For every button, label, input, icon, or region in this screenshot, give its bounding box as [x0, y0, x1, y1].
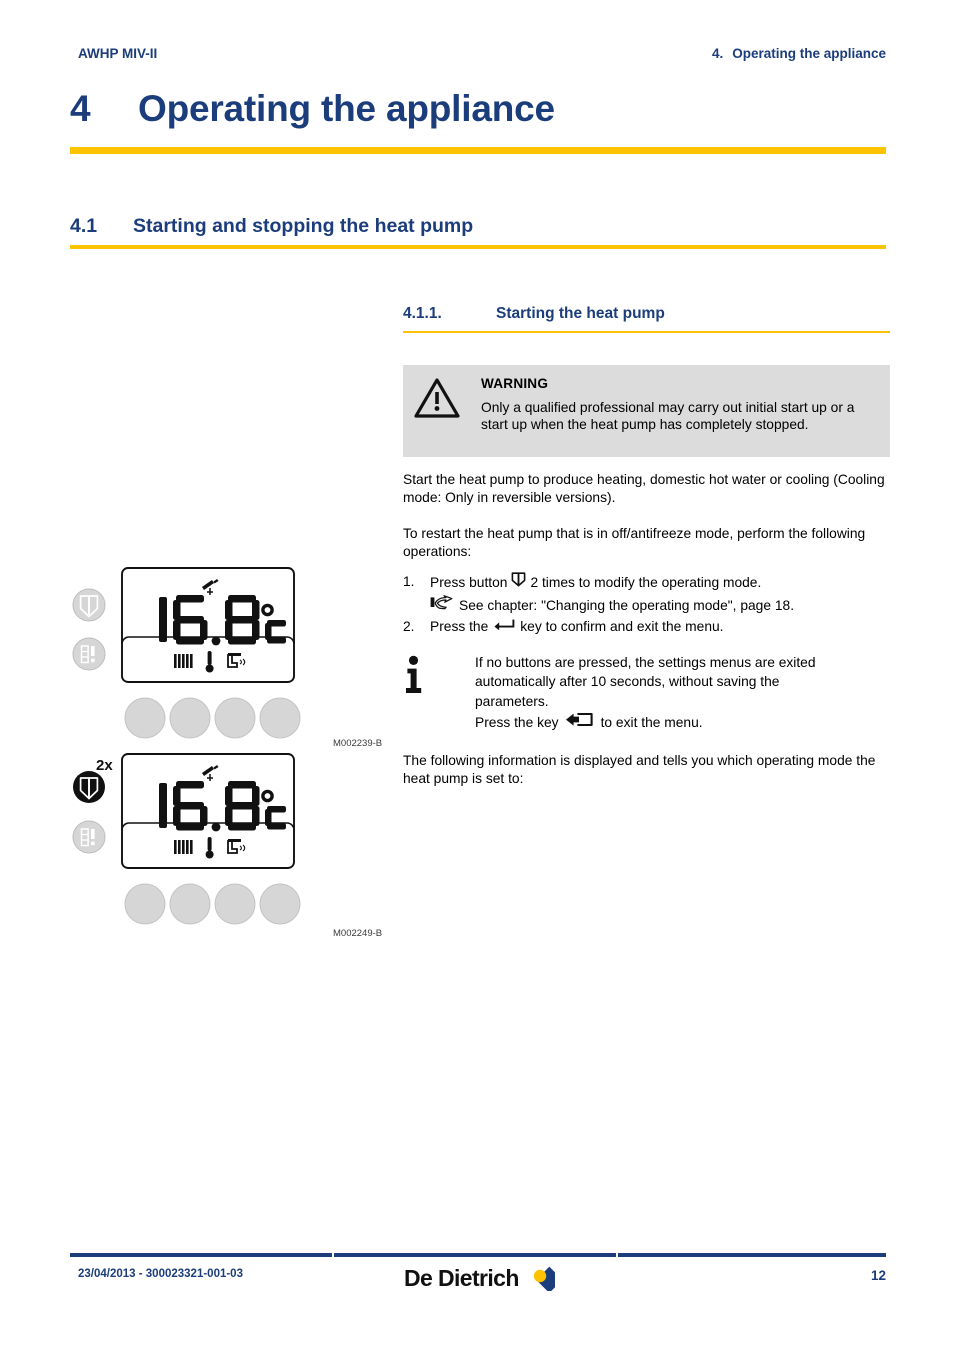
repeat-label: 2x — [96, 757, 113, 774]
chapter-number: 4 — [70, 88, 91, 129]
lcd-screen — [121, 753, 295, 869]
section-title: Starting and stopping the heat pump — [133, 215, 474, 237]
footer-document-id: 23/04/2013 - 300023321-001-03 — [78, 1268, 243, 1280]
page-number: 12 — [870, 1268, 886, 1283]
step-2: 2. Press the key to confirm and exit the… — [403, 616, 890, 637]
control-panel-illustration-2: 2x — [70, 752, 390, 937]
warning-box: WARNING Only a qualified professional ma… — [403, 365, 890, 457]
exit-key-icon — [565, 711, 595, 733]
illustration-2-reference: M002249-B — [333, 928, 383, 939]
restart-paragraph: To restart the heat pump that is in off/… — [403, 526, 866, 559]
section-rule — [70, 245, 886, 249]
subsection-title: Starting the heat pump — [496, 305, 665, 322]
step-1-text-after: 2 times to modify the operating mode. — [530, 575, 762, 590]
chapter-rule — [70, 147, 886, 154]
step-1: 1. Press button 2 times to modify the op… — [403, 571, 890, 594]
warning-body: WARNING Only a qualified professional ma… — [481, 376, 880, 447]
step-2-marker: 2. — [403, 619, 415, 634]
note-line-4: Press the key to exit the menu. — [475, 711, 890, 733]
step-2-text: Press the key to confirm and exit the me… — [430, 616, 890, 637]
pointing-hand-icon — [430, 594, 457, 616]
closing-paragraph: The following information is displayed a… — [403, 753, 876, 786]
information-note: If no buttons are pressed, the settings … — [403, 653, 890, 734]
running-head-right: 4. Operating the appliance — [712, 46, 886, 61]
chapter-title: Operating the appliance — [138, 88, 555, 129]
bottom-buttons — [124, 697, 301, 739]
bottom-buttons — [124, 883, 301, 925]
running-head: AWHP MIV-II 4. Operating the appliance — [78, 46, 886, 61]
cross-reference: See chapter: "Changing the operating mod… — [403, 594, 890, 616]
step-1-text-before: Press button — [430, 575, 508, 590]
footer-rule-gap-left — [332, 1253, 334, 1257]
subsection-heading: 4.1.1. Starting the heat pump — [403, 305, 890, 323]
note-line-4-before: Press the key — [475, 714, 559, 730]
running-head-chapter-title: Operating the appliance — [732, 46, 886, 61]
note-line-2: automatically after 10 seconds, without … — [475, 674, 780, 690]
footer-rule-gap-right — [616, 1253, 618, 1257]
running-head-left: AWHP MIV-II — [78, 46, 158, 61]
note-line-1: If no buttons are pressed, the settings … — [475, 655, 816, 670]
control-panel-illustration-1 — [70, 562, 390, 747]
information-note-body: If no buttons are pressed, the settings … — [475, 653, 890, 734]
warning-text: Only a qualified professional may carry … — [481, 400, 855, 432]
document-page: AWHP MIV-II 4. Operating the appliance 4… — [0, 0, 954, 1350]
brand-name: De Dietrich — [404, 1265, 519, 1291]
note-line-3: parameters. — [475, 693, 549, 709]
intro-paragraph: Start the heat pump to produce heating, … — [403, 472, 885, 505]
section-heading: 4.1 Starting and stopping the heat pump — [70, 215, 890, 238]
step-1-text: Press button 2 times to modify the opera… — [430, 571, 890, 594]
menu-button-inactive — [72, 637, 106, 671]
chapter-heading: 4 Operating the appliance — [70, 88, 890, 130]
illustration-1-reference: M002239-B — [333, 738, 383, 749]
digit-8 — [225, 595, 260, 645]
section-number: 4.1 — [70, 215, 98, 237]
warning-title: WARNING — [481, 376, 549, 391]
subsection-rule — [403, 331, 890, 333]
step-2-text-after: key to confirm and exit the menu. — [520, 619, 724, 634]
de-dietrich-diamond-logo — [525, 1261, 563, 1296]
cross-reference-text: See chapter: "Changing the operating mod… — [459, 597, 795, 613]
information-icon — [403, 653, 467, 734]
procedure-steps: 1. Press button 2 times to modify the op… — [403, 571, 890, 637]
footer-rule — [70, 1253, 886, 1257]
enter-key-icon — [493, 616, 515, 637]
step-1-marker: 1. — [403, 574, 415, 589]
digit-8 — [225, 781, 260, 831]
step-2-text-before: Press the — [430, 619, 489, 634]
note-line-4-after: to exit the menu. — [600, 714, 703, 730]
mode-button-active — [73, 771, 105, 803]
mode-button-icon — [510, 571, 527, 594]
subsection-number: 4.1.1. — [403, 305, 442, 322]
de-dietrich-logo: De Dietrich — [404, 1261, 563, 1296]
menu-button-inactive — [72, 820, 106, 854]
mode-button-inactive — [72, 588, 106, 622]
running-head-chapter-number: 4. — [711, 46, 724, 61]
warning-triangle-icon — [413, 376, 473, 447]
lcd-screen — [121, 567, 295, 683]
